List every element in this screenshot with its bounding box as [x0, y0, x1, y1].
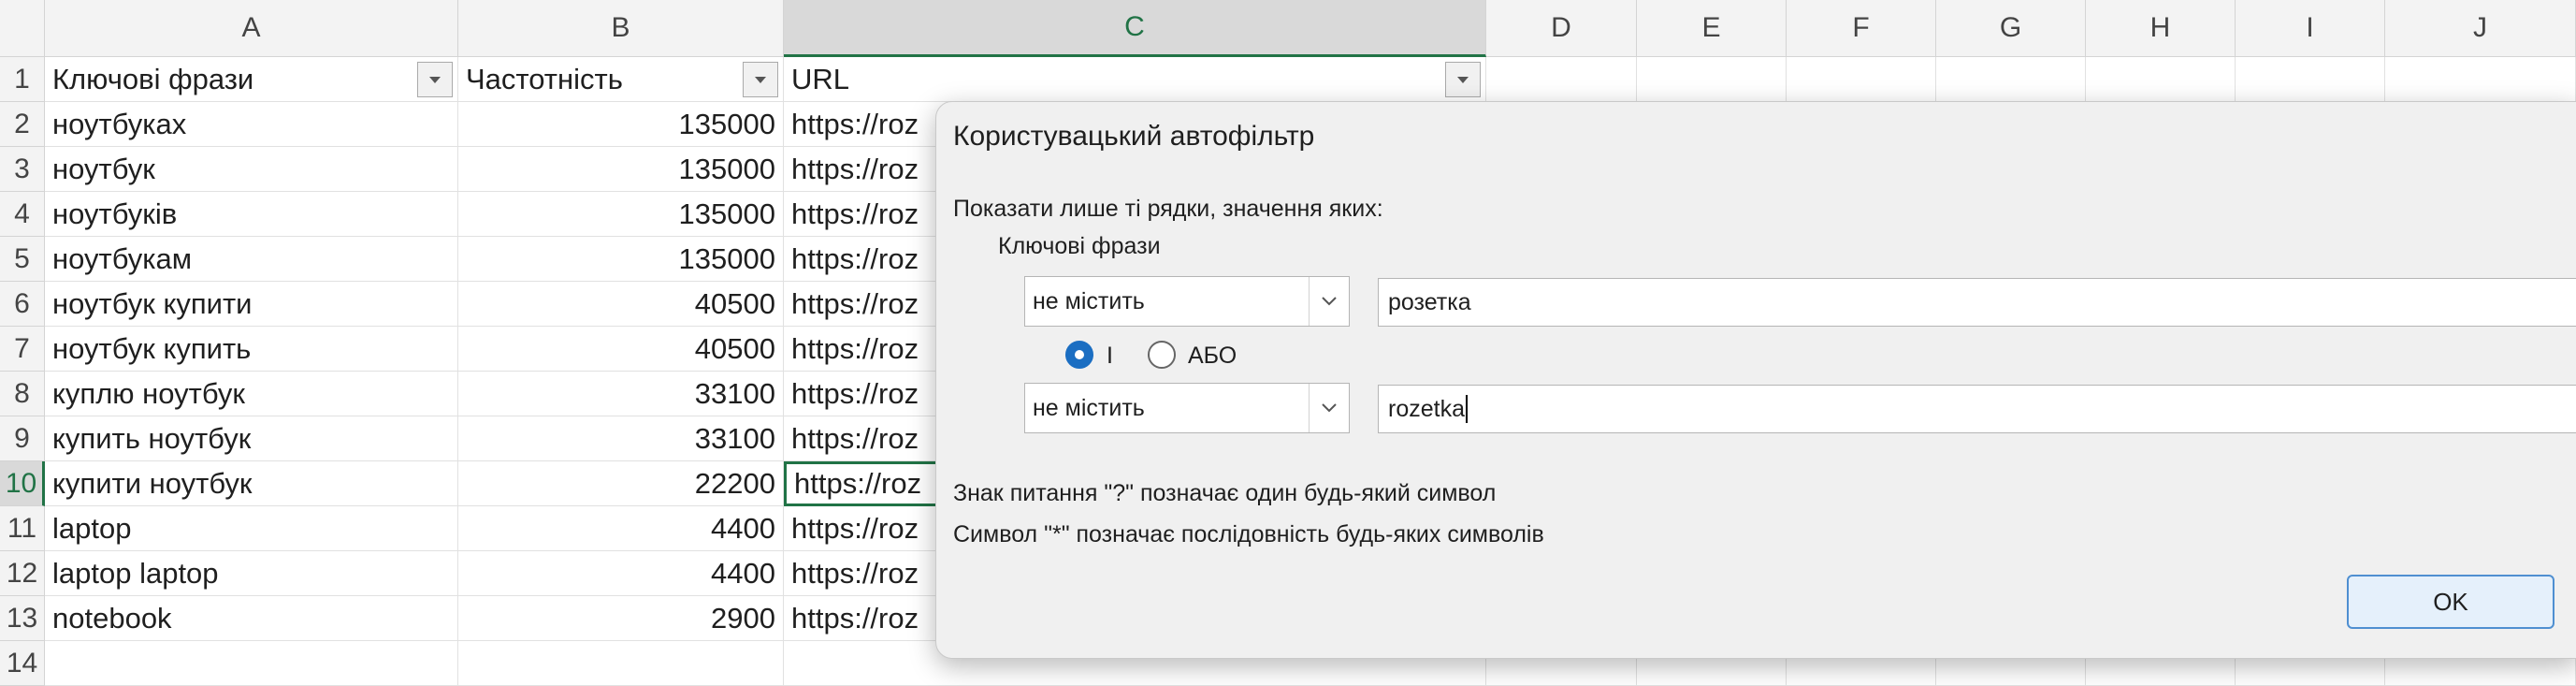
- row-header-8[interactable]: 8: [0, 372, 45, 416]
- grid-cell[interactable]: [1936, 57, 2086, 102]
- column-header-b[interactable]: B: [458, 0, 784, 57]
- row-header-12[interactable]: 12: [0, 551, 45, 596]
- or-radio[interactable]: [1148, 341, 1176, 369]
- grid-cell[interactable]: [1637, 57, 1787, 102]
- value1-input[interactable]: розетка: [1378, 278, 2576, 327]
- column-header-d[interactable]: D: [1486, 0, 1637, 57]
- grid-cell[interactable]: [45, 641, 458, 686]
- table-cell-phrase[interactable]: куплю ноутбук: [45, 372, 458, 416]
- value1-text: розетка: [1388, 288, 1471, 315]
- chevron-down-icon: [1457, 76, 1469, 83]
- table-cell-phrase[interactable]: ноутбук купити: [45, 282, 458, 327]
- table-cell-freq[interactable]: 2900: [458, 596, 784, 641]
- operator1-value: не містить: [1033, 287, 1145, 314]
- column-header-g[interactable]: G: [1936, 0, 2086, 57]
- row-header-9[interactable]: 9: [0, 416, 45, 461]
- grid-cell[interactable]: [2385, 57, 2576, 102]
- column-header-h[interactable]: H: [2086, 0, 2236, 57]
- table-cell-phrase[interactable]: ноутбуків: [45, 192, 458, 237]
- filter-dropdown-col_a[interactable]: [417, 62, 453, 97]
- chevron-down-icon[interactable]: [1309, 384, 1349, 432]
- table-cell-phrase[interactable]: laptop: [45, 506, 458, 551]
- row-header-14[interactable]: 14: [0, 641, 45, 686]
- row-header-7[interactable]: 7: [0, 327, 45, 372]
- table-cell-freq[interactable]: 33100: [458, 416, 784, 461]
- table-cell-freq[interactable]: 4400: [458, 551, 784, 596]
- column-header-j[interactable]: J: [2385, 0, 2576, 57]
- header-cell-col_b[interactable]: Частотність: [458, 57, 784, 102]
- table-cell-phrase[interactable]: laptop laptop: [45, 551, 458, 596]
- row-header-11[interactable]: 11: [0, 506, 45, 551]
- custom-autofilter-dialog: Користувацький автофільтр Показати лише …: [935, 101, 2576, 659]
- table-cell-freq[interactable]: 33100: [458, 372, 784, 416]
- table-cell-freq[interactable]: 135000: [458, 237, 784, 282]
- table-cell-freq[interactable]: 4400: [458, 506, 784, 551]
- table-cell-freq[interactable]: 135000: [458, 147, 784, 192]
- table-cell-phrase[interactable]: ноутбук купить: [45, 327, 458, 372]
- row-header-1[interactable]: 1: [0, 57, 45, 102]
- column-header-e[interactable]: E: [1637, 0, 1787, 57]
- row-header-10[interactable]: 10: [0, 461, 45, 506]
- row-header-4[interactable]: 4: [0, 192, 45, 237]
- table-cell-freq[interactable]: 22200: [458, 461, 784, 506]
- table-cell-phrase[interactable]: ноутбук: [45, 147, 458, 192]
- column-header-a[interactable]: A: [45, 0, 458, 57]
- table-cell-freq[interactable]: 40500: [458, 327, 784, 372]
- chevron-down-icon: [755, 76, 766, 83]
- header-cell-col_c[interactable]: URL: [784, 57, 1486, 102]
- operator1-select[interactable]: не містить: [1024, 276, 1350, 327]
- table-cell-phrase[interactable]: ноутбукам: [45, 237, 458, 282]
- select-all-corner[interactable]: [0, 0, 45, 57]
- table-cell-phrase[interactable]: ноутбуках: [45, 102, 458, 147]
- grid-cell[interactable]: [2236, 57, 2385, 102]
- table-cell-phrase[interactable]: купити ноутбук: [45, 461, 458, 506]
- or-label: АБО: [1188, 343, 1237, 369]
- column-header-i[interactable]: I: [2236, 0, 2385, 57]
- value2-text: rozetka: [1388, 395, 1465, 422]
- hint-question-mark: Знак питання "?" позначає один будь-який…: [953, 480, 1497, 506]
- grid-cell[interactable]: [458, 641, 784, 686]
- ok-button[interactable]: OK: [2347, 575, 2554, 629]
- chevron-down-icon: [429, 76, 441, 83]
- filter-dropdown-col_b[interactable]: [743, 62, 778, 97]
- table-cell-phrase[interactable]: notebook: [45, 596, 458, 641]
- header-cell-col_a[interactable]: Ключові фрази: [45, 57, 458, 102]
- dialog-prompt: Показати лише ті рядки, значення яких:: [953, 196, 1383, 222]
- table-cell-freq[interactable]: 40500: [458, 282, 784, 327]
- table-cell-freq[interactable]: 135000: [458, 102, 784, 147]
- value2-input[interactable]: rozetka: [1378, 385, 2576, 433]
- grid-cell[interactable]: [2086, 57, 2236, 102]
- row-header-3[interactable]: 3: [0, 147, 45, 192]
- text-caret: [1465, 395, 1468, 423]
- row-header-5[interactable]: 5: [0, 237, 45, 282]
- grid-cell[interactable]: [1787, 57, 1936, 102]
- operator2-value: не містить: [1033, 394, 1145, 421]
- hint-asterisk: Символ "*" позначає послідовність будь-я…: [953, 521, 1544, 547]
- table-cell-phrase[interactable]: купить ноутбук: [45, 416, 458, 461]
- dialog-title: Користувацький автофільтр: [953, 121, 1315, 152]
- grid-cell[interactable]: [1486, 57, 1637, 102]
- and-label: І: [1107, 343, 1113, 369]
- row-header-2[interactable]: 2: [0, 102, 45, 147]
- column-header-f[interactable]: F: [1787, 0, 1936, 57]
- filter-dropdown-col_c[interactable]: [1445, 62, 1481, 97]
- row-header-13[interactable]: 13: [0, 596, 45, 641]
- column-header-c[interactable]: C: [784, 0, 1486, 57]
- row-header-6[interactable]: 6: [0, 282, 45, 327]
- field-label: Ключові фрази: [998, 233, 1161, 259]
- and-radio[interactable]: [1065, 341, 1093, 369]
- chevron-down-icon[interactable]: [1309, 277, 1349, 326]
- table-cell-freq[interactable]: 135000: [458, 192, 784, 237]
- operator2-select[interactable]: не містить: [1024, 383, 1350, 433]
